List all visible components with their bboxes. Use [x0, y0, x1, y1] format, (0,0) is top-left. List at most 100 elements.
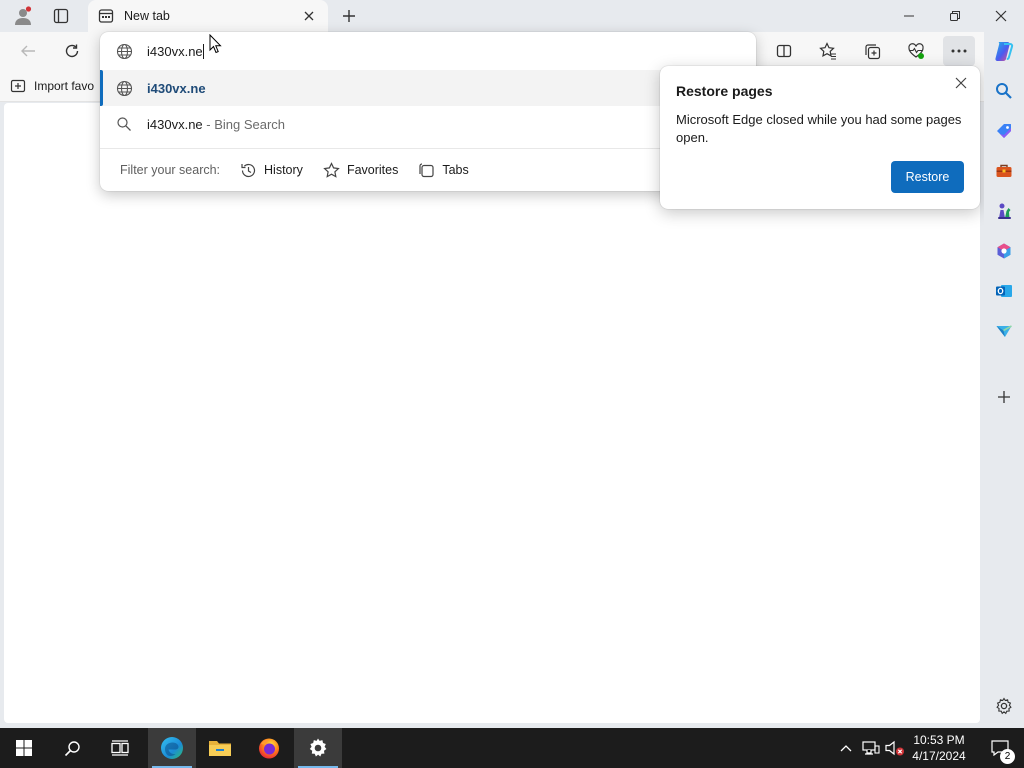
taskbar-search-button[interactable] — [48, 728, 96, 768]
filter-label: Filter your search: — [120, 163, 221, 177]
network-button[interactable] — [859, 728, 883, 768]
suggestion-query: i430vx.ne — [147, 116, 203, 132]
address-input[interactable]: i430vx.ne — [147, 43, 204, 59]
suggestion-text: i430vx.ne - Bing Search — [147, 117, 285, 132]
windows-taskbar: 10:53 PM 4/17/2024 2 — [0, 728, 1024, 768]
collections-icon — [864, 43, 880, 59]
chevron-up-icon — [840, 745, 852, 752]
restore-button[interactable]: Restore — [891, 161, 964, 193]
suggestion-text: i430vx.ne — [147, 80, 206, 96]
close-window-button[interactable] — [978, 0, 1024, 32]
taskbar-edge-button[interactable] — [148, 728, 196, 768]
sidebar-shopping-button[interactable] — [988, 115, 1020, 147]
collections-button[interactable] — [856, 36, 888, 66]
new-tab-button[interactable] — [336, 4, 362, 28]
search-icon — [996, 83, 1012, 99]
heart-pulse-icon — [908, 43, 924, 59]
profile-button[interactable] — [4, 0, 42, 32]
sidebar-settings-button[interactable] — [988, 690, 1020, 722]
task-view-icon — [111, 740, 129, 756]
notification-count-badge: 2 — [1000, 749, 1015, 764]
settings-and-more-button[interactable] — [943, 36, 975, 66]
suggestion-item-url[interactable]: i430vx.ne — [100, 70, 756, 106]
task-view-button[interactable] — [96, 728, 144, 768]
restore-popup-close-button[interactable] — [950, 72, 972, 94]
system-clock[interactable]: 10:53 PM 4/17/2024 — [904, 732, 974, 764]
gear-icon — [996, 697, 1012, 715]
star-icon — [323, 161, 340, 178]
sidebar-games-button[interactable] — [988, 195, 1020, 227]
address-input-text: i430vx.ne — [147, 43, 203, 59]
plus-icon — [343, 10, 355, 22]
split-screen-button[interactable] — [768, 36, 800, 66]
edge-sidebar — [984, 32, 1024, 725]
toolbox-icon — [996, 164, 1012, 177]
more-dots-icon — [951, 49, 967, 53]
history-icon — [241, 163, 256, 177]
import-favorites-button[interactable]: Import favo — [10, 76, 94, 96]
search-icon — [117, 116, 131, 131]
favorites-button[interactable] — [812, 36, 844, 66]
address-bar-dropdown: i430vx.ne i430vx.ne i430vx.ne - Bing Sea… — [100, 32, 756, 191]
clock-time: 10:53 PM — [913, 733, 965, 747]
close-icon — [955, 77, 967, 89]
vertical-tabs-button[interactable] — [42, 0, 80, 32]
refresh-button[interactable] — [56, 36, 88, 66]
sidebar-tools-button[interactable] — [988, 155, 1020, 187]
filter-favorites-label: Favorites — [346, 163, 399, 177]
gear-icon — [309, 738, 327, 757]
sidebar-outlook-button[interactable] — [988, 275, 1020, 307]
back-button[interactable] — [12, 36, 44, 66]
chess-piece-icon — [998, 203, 1011, 219]
windows-logo-icon — [16, 740, 32, 756]
close-icon — [304, 11, 314, 21]
restore-window-button[interactable] — [932, 0, 978, 32]
text-caret — [202, 43, 204, 59]
sidebar-drop-button[interactable] — [988, 315, 1020, 347]
globe-icon — [116, 43, 133, 59]
filter-favorites-button[interactable]: Favorites — [323, 161, 399, 179]
sidebar-add-button[interactable] — [988, 381, 1020, 413]
taskbar-file-explorer-button[interactable] — [196, 728, 244, 768]
refresh-icon — [65, 44, 79, 58]
address-bar[interactable]: i430vx.ne — [100, 32, 756, 70]
taskbar-firefox-button[interactable] — [245, 728, 293, 768]
filter-history-button[interactable]: History — [240, 162, 303, 179]
title-bar: New tab — [0, 0, 1024, 32]
tabs-icon — [419, 162, 434, 177]
profile-icon — [15, 6, 32, 25]
outlook-icon — [996, 285, 1012, 297]
firefox-logo-icon — [259, 738, 279, 759]
new-tab-page-icon — [98, 9, 114, 23]
minimize-icon — [904, 15, 914, 17]
restore-popup-message: Microsoft Edge closed while you had some… — [676, 112, 962, 145]
microsoft365-icon — [997, 243, 1011, 259]
globe-icon — [116, 80, 133, 96]
restore-popup-title: Restore pages — [676, 83, 773, 99]
suggestion-subtext: - Bing Search — [202, 116, 286, 132]
filter-tabs-button[interactable]: Tabs — [418, 162, 469, 179]
minimize-button[interactable] — [886, 0, 932, 32]
plus-icon — [998, 391, 1010, 403]
suggestion-item-bing-search[interactable]: i430vx.ne - Bing Search — [100, 106, 756, 142]
tab-new-tab[interactable]: New tab — [88, 0, 328, 32]
clock-date: 4/17/2024 — [912, 749, 966, 763]
folder-icon — [209, 741, 231, 756]
notification-center-button[interactable]: 2 — [980, 728, 1020, 768]
import-favorites-label: Import favo — [34, 79, 95, 93]
filter-tabs-label: Tabs — [442, 163, 469, 177]
search-icon — [64, 740, 80, 756]
tab-close-button[interactable] — [298, 5, 320, 27]
search-filter-row: Filter your search: History Favorites Ta… — [100, 148, 756, 191]
edge-logo-icon — [161, 737, 183, 759]
show-hidden-icons-button[interactable] — [834, 728, 858, 768]
import-icon — [10, 79, 26, 93]
mouse-cursor-icon — [209, 34, 222, 54]
browser-essentials-button[interactable] — [900, 36, 932, 66]
sidebar-search-button[interactable] — [988, 75, 1020, 107]
favorites-star-icon — [819, 42, 836, 60]
start-button[interactable] — [0, 728, 48, 768]
taskbar-settings-button[interactable] — [294, 728, 342, 768]
copilot-button[interactable] — [988, 35, 1020, 67]
sidebar-microsoft365-button[interactable] — [988, 235, 1020, 267]
